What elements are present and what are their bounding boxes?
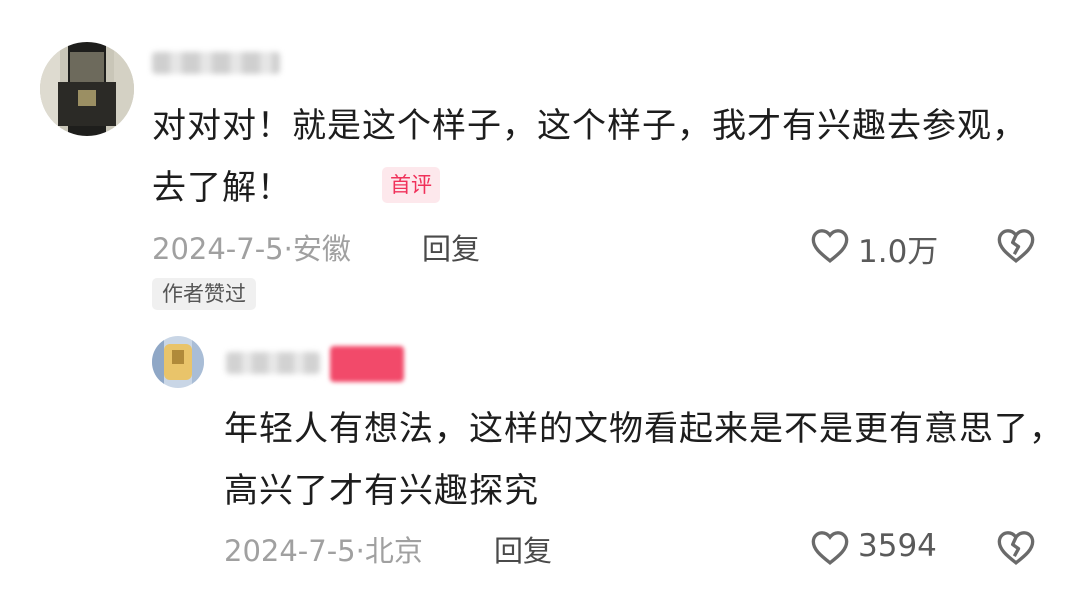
broken-heart-icon[interactable] — [996, 528, 1036, 570]
comment-date-location: 2024-7-5·安徽 — [152, 232, 351, 266]
author-badge-blurred — [330, 346, 404, 382]
username-blurred[interactable] — [152, 52, 280, 74]
heart-outline-icon[interactable] — [810, 226, 850, 268]
first-comment-tag: 首评 — [382, 167, 440, 203]
reply-button[interactable]: 回复 — [422, 226, 480, 268]
author-liked-badge: 作者赞过 — [152, 278, 256, 310]
reply-text: 年轻人有想法，这样的文物看起来是不是更有意思了，高兴了才有兴趣探究 — [224, 409, 1064, 511]
broken-heart-icon[interactable] — [996, 226, 1036, 268]
like-count: 1.0万 — [858, 234, 939, 270]
user-avatar[interactable] — [40, 42, 134, 136]
comment-text: 对对对！就是这个样子，这个样子，我才有兴趣去参观，去了解！ — [152, 106, 1027, 208]
reply-user-avatar[interactable] — [152, 336, 204, 388]
reply-reply-button[interactable]: 回复 — [494, 528, 552, 570]
reply-like-count: 3594 — [858, 528, 937, 564]
heart-outline-icon[interactable] — [810, 528, 850, 570]
reply-date-location: 2024-7-5·北京 — [224, 534, 423, 568]
reply-username-blurred[interactable] — [226, 352, 320, 374]
